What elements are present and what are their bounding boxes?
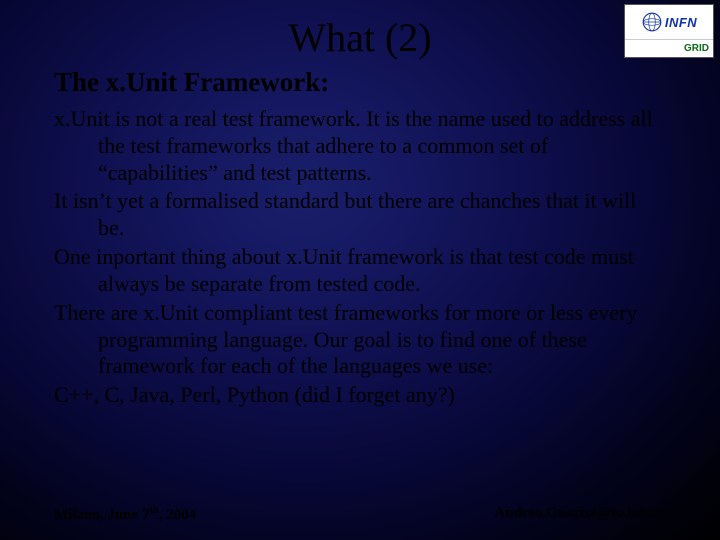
footer-left-super: th: [149, 505, 158, 516]
logo-bottom-text: GRID: [625, 39, 713, 58]
slide-title: What (2): [0, 0, 720, 61]
logo-top: INFN: [625, 5, 713, 39]
footer-left-suffix: , 2004: [159, 507, 197, 523]
slide-subtitle: The x.Unit Framework:: [0, 61, 720, 106]
body-paragraph: C++, C, Java, Perl, Python (did I forget…: [54, 382, 666, 409]
globe-icon: [641, 11, 663, 33]
footer-left: Milano, June 7th, 2004: [54, 505, 196, 524]
footer-left-prefix: Milano, June 7: [54, 507, 149, 523]
slide: INFN GRID What (2) The x.Unit Framework:…: [0, 0, 720, 540]
slide-body: x.Unit is not a real test framework. It …: [0, 106, 720, 409]
slide-footer: Milano, June 7th, 2004 Andrea.Guarise@to…: [54, 505, 666, 524]
body-paragraph: x.Unit is not a real test framework. It …: [54, 106, 666, 186]
body-paragraph: One inportant thing about x.Unit framewo…: [54, 244, 666, 298]
body-paragraph: There are x.Unit compliant test framewor…: [54, 300, 666, 380]
body-paragraph: It isn’t yet a formalised standard but t…: [54, 188, 666, 242]
footer-right: Andrea.Guarise@to.infn.it: [494, 505, 666, 524]
logo-top-text: INFN: [665, 15, 697, 30]
infn-grid-logo: INFN GRID: [624, 4, 714, 58]
